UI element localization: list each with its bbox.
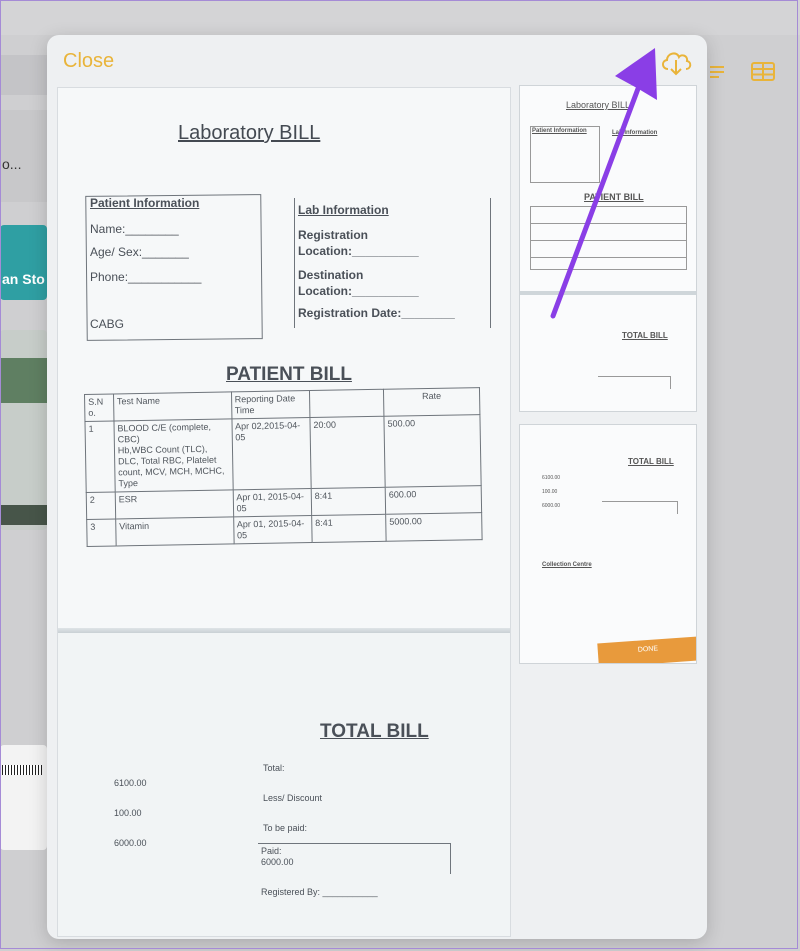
- window-border: [0, 0, 798, 949]
